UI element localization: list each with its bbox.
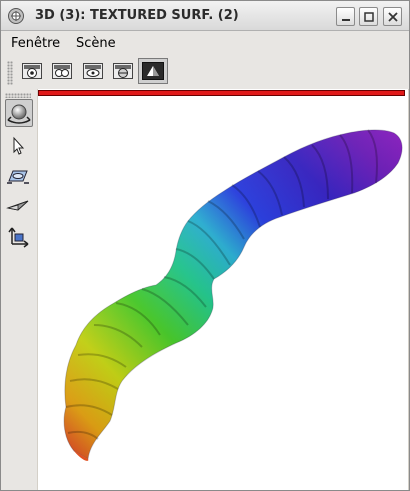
menu-bar: Fenêtre Scène — [1, 31, 409, 55]
close-button[interactable] — [383, 7, 402, 26]
rotate-icon — [7, 104, 31, 124]
pan-icon — [7, 170, 29, 184]
title-bar[interactable]: 3D (3): TEXTURED SURF. (2) — [1, 1, 409, 31]
close-icon — [388, 12, 398, 22]
minimize-button[interactable] — [336, 7, 355, 26]
render-mode-2-icon — [52, 63, 72, 79]
render-mode-2-button[interactable] — [49, 60, 74, 82]
zoom-icon — [6, 200, 29, 211]
pointer-icon — [13, 136, 25, 155]
render-mode-5-button[interactable] — [138, 58, 168, 84]
menu-scene[interactable]: Scène — [76, 36, 116, 51]
render-mode-4-button[interactable] — [110, 60, 135, 82]
minimize-icon — [342, 19, 350, 21]
render-mode-5-icon — [142, 62, 164, 80]
app-logo-icon[interactable] — [7, 7, 25, 25]
toolbar — [1, 55, 409, 89]
render-mode-3-icon — [83, 63, 103, 79]
menu-fenetre[interactable]: Fenêtre — [11, 36, 60, 51]
rotate-tool-button[interactable] — [5, 99, 33, 127]
window-title: 3D (3): TEXTURED SURF. (2) — [35, 8, 239, 23]
3d-viewport[interactable] — [38, 89, 408, 490]
toolbar-grip[interactable] — [7, 61, 13, 85]
zoom-tool-button[interactable] — [5, 191, 33, 219]
render-mode-1-button[interactable] — [19, 60, 44, 82]
sidebar-grip[interactable] — [5, 93, 31, 98]
render-mode-4-icon — [113, 63, 133, 79]
render-mode-1-icon — [22, 63, 42, 79]
axes-icon — [8, 227, 29, 248]
application-window: 3D (3): TEXTURED SURF. (2) Fenêtre Scène — [0, 0, 410, 491]
tool-sidebar — [1, 89, 37, 490]
pointer-tool-button[interactable] — [5, 133, 33, 161]
textured-surface-render — [63, 129, 403, 461]
render-mode-3-button[interactable] — [80, 60, 105, 82]
axes-tool-button[interactable] — [5, 223, 33, 251]
pan-tool-button[interactable] — [5, 163, 33, 191]
maximize-button[interactable] — [359, 7, 378, 26]
maximize-icon — [364, 12, 374, 22]
